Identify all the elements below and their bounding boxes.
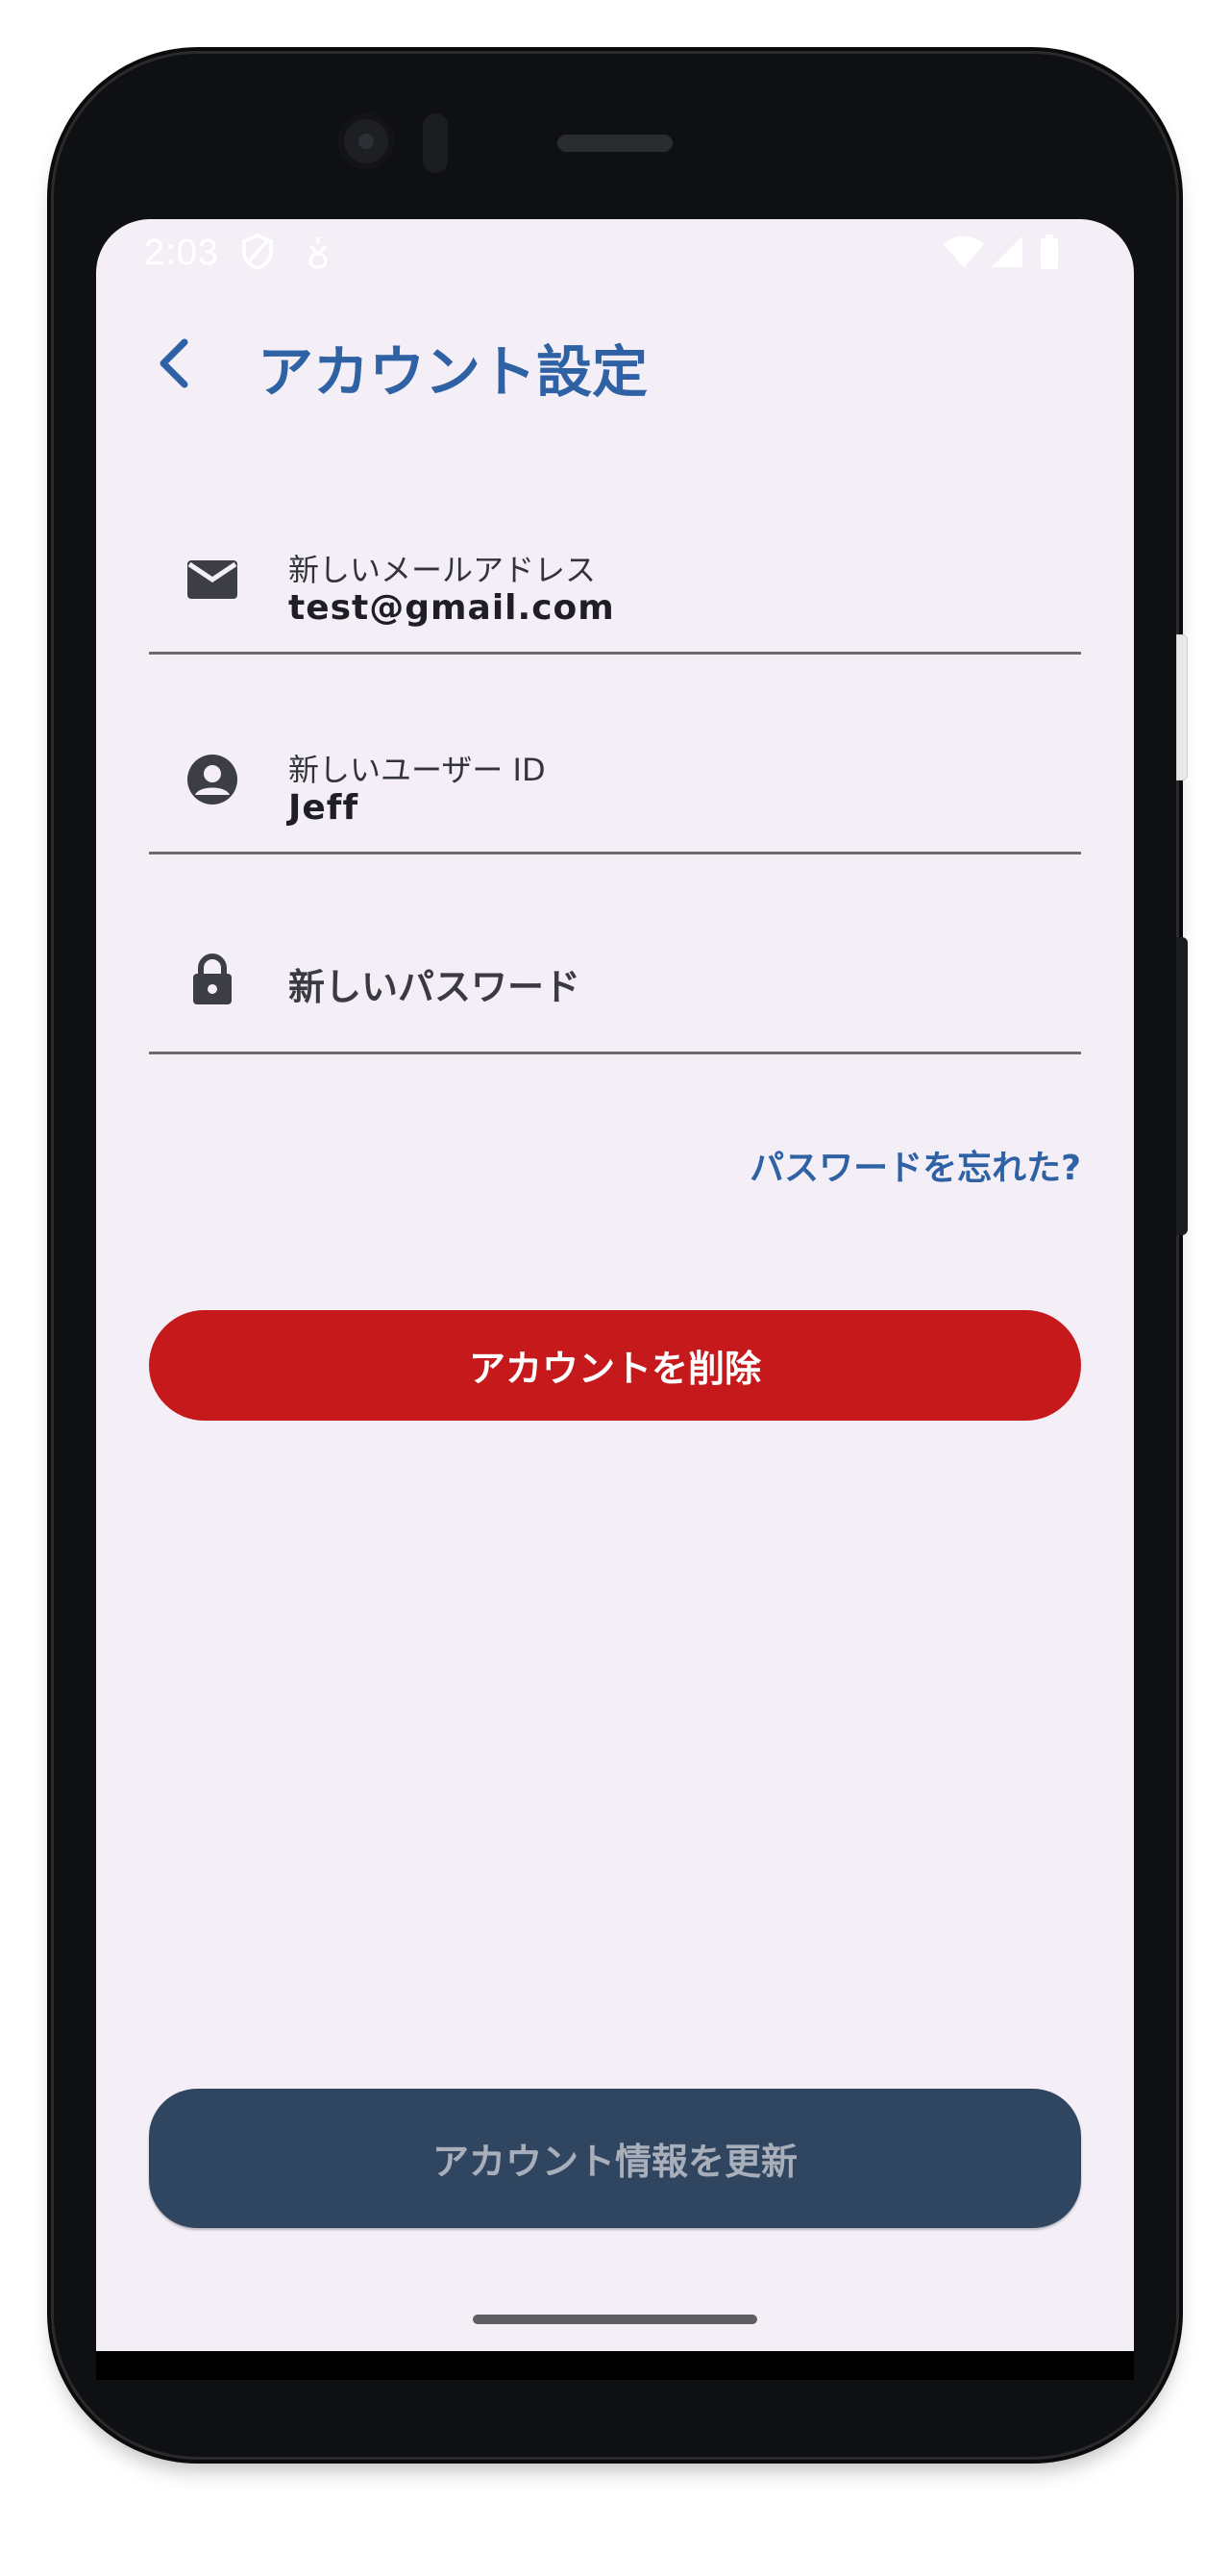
- battery-icon: [1038, 233, 1061, 275]
- status-time: 2:03: [144, 233, 219, 273]
- earpiece-speaker: [557, 135, 673, 152]
- email-field-value: test@gmail.com: [288, 588, 615, 628]
- user-id-field-label: 新しいユーザー ID: [288, 752, 546, 788]
- account-circle-icon: [180, 747, 245, 812]
- password-field[interactable]: 新しいパスワード: [149, 907, 1081, 1054]
- proximity-sensor: [423, 113, 448, 173]
- home-indicator[interactable]: [473, 2315, 757, 2324]
- notification-icon: [306, 233, 331, 275]
- email-field-label: 新しいメールアドレス: [288, 552, 597, 588]
- screen-bottom-bezel: [96, 2351, 1134, 2380]
- screen: 2:03 アカウント設定 新しいメールアドレス test@gmail.com 新…: [96, 219, 1134, 2351]
- delete-account-button[interactable]: アカウントを削除: [149, 1310, 1081, 1421]
- power-button: [1176, 937, 1188, 1235]
- wifi-icon: [942, 233, 986, 275]
- email-field[interactable]: 新しいメールアドレス test@gmail.com: [149, 508, 1081, 655]
- password-field-placeholder: 新しいパスワード: [288, 966, 581, 1008]
- lock-icon: [180, 947, 245, 1012]
- update-account-button[interactable]: アカウント情報を更新: [149, 2089, 1081, 2228]
- volume-button: [1176, 634, 1188, 780]
- front-camera: [338, 113, 394, 169]
- forgot-password-link[interactable]: パスワードを忘れた?: [750, 1140, 1081, 1190]
- signal-icon: [990, 233, 1024, 275]
- back-arrow-icon[interactable]: [146, 334, 204, 392]
- user-id-field[interactable]: 新しいユーザー ID Jeff: [149, 707, 1081, 855]
- mail-icon: [180, 547, 245, 612]
- user-id-field-value: Jeff: [288, 788, 359, 828]
- status-bar: 2:03: [96, 219, 1134, 286]
- shield-icon: [240, 233, 275, 275]
- page-title: アカウント設定: [258, 339, 649, 405]
